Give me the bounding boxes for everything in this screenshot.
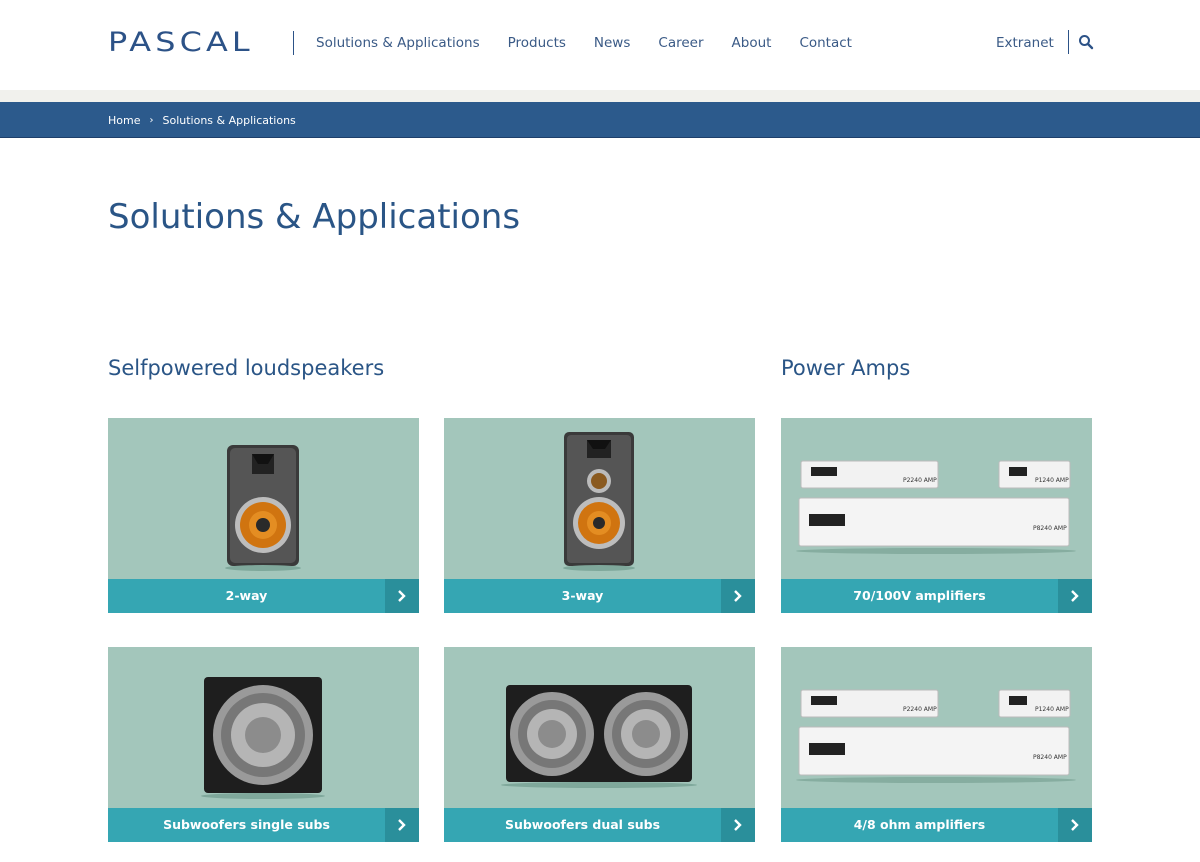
- page-title: Solutions & Applications: [108, 197, 521, 237]
- bookshelf-speaker-image: [563, 432, 635, 571]
- chevron-right-icon: ›: [149, 115, 154, 126]
- nav-news[interactable]: News: [594, 35, 630, 51]
- card-arrow-button[interactable]: [1058, 808, 1092, 842]
- extranet-link[interactable]: Extranet: [996, 35, 1054, 51]
- chevron-right-icon: [734, 819, 742, 831]
- site-header: PASCAL Solutions & Applications Products…: [0, 0, 1200, 90]
- breadcrumb-current: Solutions & Applications: [162, 114, 296, 127]
- amp-model-text: P1240 AMP: [1035, 477, 1069, 484]
- search-icon[interactable]: [1078, 34, 1094, 50]
- breadcrumb: Home › Solutions & Applications: [108, 114, 296, 127]
- main-nav: Solutions & Applications Products News C…: [316, 35, 880, 51]
- card-label: Subwoofers single subs: [163, 817, 330, 832]
- card-caption: 4/8 ohm amplifiers: [781, 808, 1092, 842]
- chevron-right-icon: [398, 590, 406, 602]
- nav-career[interactable]: Career: [658, 35, 703, 51]
- card-subwoofers-single[interactable]: Subwoofers single subs: [108, 647, 419, 842]
- chevron-right-icon: [398, 819, 406, 831]
- single-subwoofer-image: [201, 677, 325, 799]
- card-arrow-button[interactable]: [721, 808, 755, 842]
- card-label: 3-way: [561, 588, 604, 603]
- logo-divider: [293, 31, 294, 55]
- pascal-logo[interactable]: PASCAL: [108, 29, 254, 56]
- rack-amplifiers-image: P2240 AMP P1240 AMP P8240 AMP: [796, 689, 1076, 783]
- search-divider: [1068, 30, 1069, 54]
- card-caption: 70/100V amplifiers: [781, 579, 1092, 613]
- dual-subwoofer-image: [501, 685, 697, 788]
- chevron-right-icon: [734, 590, 742, 602]
- nav-products[interactable]: Products: [508, 35, 566, 51]
- nav-about[interactable]: About: [732, 35, 772, 51]
- chevron-right-icon: [1071, 819, 1079, 831]
- card-caption: Subwoofers single subs: [108, 808, 419, 842]
- card-caption: 2-way: [108, 579, 419, 613]
- card-arrow-button[interactable]: [1058, 579, 1092, 613]
- card-label: 70/100V amplifiers: [853, 588, 986, 603]
- section-title-loudspeakers: Selfpowered loudspeakers: [108, 356, 385, 380]
- card-3-way[interactable]: 3-way: [444, 418, 755, 613]
- card-caption: Subwoofers dual subs: [444, 808, 755, 842]
- breadcrumb-bar: Home › Solutions & Applications: [0, 102, 1200, 138]
- card-arrow-button[interactable]: [721, 579, 755, 613]
- bookshelf-speaker-image: [225, 445, 301, 571]
- amp-model-text: P2240 AMP: [903, 477, 937, 484]
- card-4-8-ohm-amplifiers[interactable]: P2240 AMP P1240 AMP P8240 AMP 4/8 ohm am…: [781, 647, 1092, 842]
- card-2-way[interactable]: 2-way: [108, 418, 419, 613]
- amp-model-text: P8240 AMP: [1033, 754, 1067, 761]
- card-subwoofers-dual[interactable]: Subwoofers dual subs: [444, 647, 755, 842]
- rack-amplifiers-image: P2240 AMP P1240 AMP P8240 AMP: [796, 460, 1076, 554]
- nav-solutions-applications[interactable]: Solutions & Applications: [316, 35, 480, 51]
- nav-contact[interactable]: Contact: [799, 35, 852, 51]
- card-70-100v-amplifiers[interactable]: P2240 AMP P1240 AMP P8240 AMP 70/100V am…: [781, 418, 1092, 613]
- card-arrow-button[interactable]: [385, 808, 419, 842]
- card-label: 4/8 ohm amplifiers: [853, 817, 986, 832]
- header-stripe: [0, 90, 1200, 102]
- amp-model-text: P8240 AMP: [1033, 525, 1067, 532]
- card-label: Subwoofers dual subs: [504, 817, 661, 832]
- amp-model-text: P1240 AMP: [1035, 706, 1069, 713]
- card-arrow-button[interactable]: [385, 579, 419, 613]
- breadcrumb-home[interactable]: Home: [108, 114, 140, 127]
- card-label: 2-way: [225, 588, 268, 603]
- card-caption: 3-way: [444, 579, 755, 613]
- chevron-right-icon: [1071, 590, 1079, 602]
- section-title-power-amps: Power Amps: [781, 356, 911, 380]
- amp-model-text: P2240 AMP: [903, 706, 937, 713]
